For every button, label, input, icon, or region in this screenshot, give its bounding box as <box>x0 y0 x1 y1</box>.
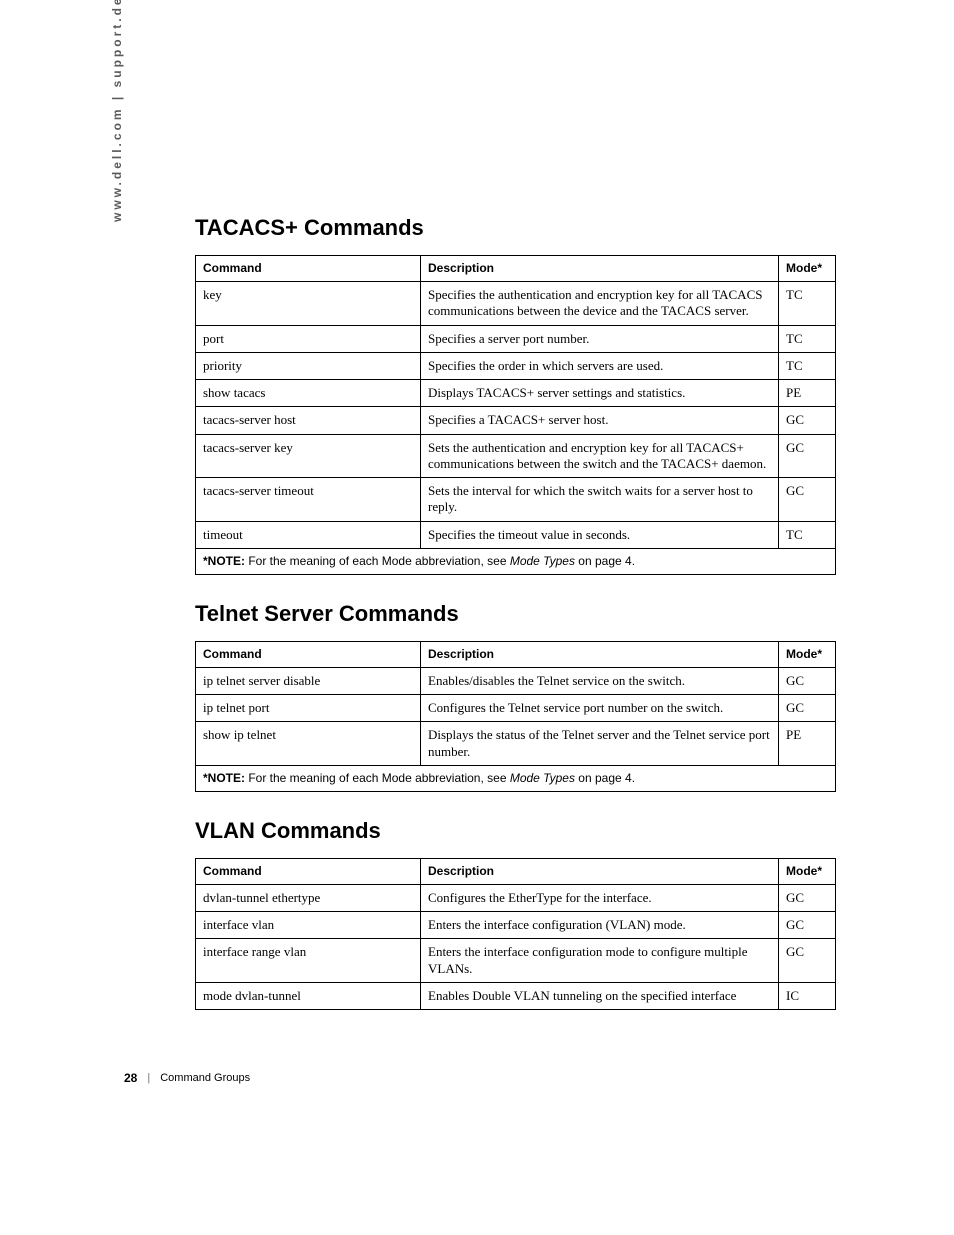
note-row: *NOTE: For the meaning of each Mode abbr… <box>196 765 836 791</box>
description-cell: Enables Double VLAN tunneling on the spe… <box>421 982 779 1009</box>
table-row: show ip telnetDisplays the status of the… <box>196 722 836 766</box>
table-row: interface range vlanEnters the interface… <box>196 939 836 983</box>
description-cell: Specifies a server port number. <box>421 325 779 352</box>
mode-cell: GC <box>779 912 836 939</box>
description-cell: Enables/disables the Telnet service on t… <box>421 667 779 694</box>
command-cell: ip telnet server disable <box>196 667 421 694</box>
section-title: VLAN Commands <box>195 818 836 844</box>
command-cell: tacacs-server key <box>196 434 421 478</box>
page: www.dell.com | support.dell.com TACACS+ … <box>0 0 954 1235</box>
section-title: Telnet Server Commands <box>195 601 836 627</box>
description-cell: Enters the interface configuration (VLAN… <box>421 912 779 939</box>
section-title: TACACS+ Commands <box>195 215 836 241</box>
column-header-mode: Mode* <box>779 641 836 667</box>
description-cell: Configures the Telnet service port numbe… <box>421 695 779 722</box>
command-cell: key <box>196 282 421 326</box>
table-row: keySpecifies the authentication and encr… <box>196 282 836 326</box>
note-italic-link: Mode Types <box>510 771 575 785</box>
table-row: tacacs-server timeoutSets the interval f… <box>196 478 836 522</box>
description-cell: Specifies a TACACS+ server host. <box>421 407 779 434</box>
side-url-text: www.dell.com | support.dell.com <box>110 0 124 222</box>
command-cell: interface vlan <box>196 912 421 939</box>
command-cell: priority <box>196 352 421 379</box>
note-italic-link: Mode Types <box>510 554 575 568</box>
description-cell: Configures the EtherType for the interfa… <box>421 884 779 911</box>
command-cell: show tacacs <box>196 380 421 407</box>
command-cell: ip telnet port <box>196 695 421 722</box>
table-row: show tacacsDisplays TACACS+ server setti… <box>196 380 836 407</box>
command-cell: tacacs-server timeout <box>196 478 421 522</box>
table-row: dvlan-tunnel ethertypeConfigures the Eth… <box>196 884 836 911</box>
mode-cell: PE <box>779 380 836 407</box>
note-bold-label: *NOTE: <box>203 554 245 568</box>
mode-cell: TC <box>779 325 836 352</box>
column-header-description: Description <box>421 858 779 884</box>
table-row: portSpecifies a server port number.TC <box>196 325 836 352</box>
mode-cell: GC <box>779 695 836 722</box>
column-header-mode: Mode* <box>779 858 836 884</box>
note-cell: *NOTE: For the meaning of each Mode abbr… <box>196 765 836 791</box>
command-cell: dvlan-tunnel ethertype <box>196 884 421 911</box>
table-row: ip telnet server disableEnables/disables… <box>196 667 836 694</box>
description-cell: Displays the status of the Telnet server… <box>421 722 779 766</box>
mode-cell: GC <box>779 667 836 694</box>
note-bold-label: *NOTE: <box>203 771 245 785</box>
mode-cell: TC <box>779 521 836 548</box>
column-header-description: Description <box>421 256 779 282</box>
mode-cell: GC <box>779 407 836 434</box>
content-host: TACACS+ CommandsCommandDescriptionMode*k… <box>195 215 836 1010</box>
command-cell: port <box>196 325 421 352</box>
table-row: tacacs-server keySets the authentication… <box>196 434 836 478</box>
table-row: interface vlanEnters the interface confi… <box>196 912 836 939</box>
column-header-description: Description <box>421 641 779 667</box>
table-row: prioritySpecifies the order in which ser… <box>196 352 836 379</box>
column-header-command: Command <box>196 641 421 667</box>
table-row: timeoutSpecifies the timeout value in se… <box>196 521 836 548</box>
table-row: ip telnet portConfigures the Telnet serv… <box>196 695 836 722</box>
description-cell: Displays TACACS+ server settings and sta… <box>421 380 779 407</box>
mode-cell: PE <box>779 722 836 766</box>
command-table: CommandDescriptionMode*ip telnet server … <box>195 641 836 792</box>
note-row: *NOTE: For the meaning of each Mode abbr… <box>196 548 836 574</box>
description-cell: Sets the authentication and encryption k… <box>421 434 779 478</box>
mode-cell: TC <box>779 352 836 379</box>
description-cell: Enters the interface configuration mode … <box>421 939 779 983</box>
table-row: mode dvlan-tunnelEnables Double VLAN tun… <box>196 982 836 1009</box>
description-cell: Sets the interval for which the switch w… <box>421 478 779 522</box>
command-cell: tacacs-server host <box>196 407 421 434</box>
command-cell: timeout <box>196 521 421 548</box>
command-table: CommandDescriptionMode*dvlan-tunnel ethe… <box>195 858 836 1010</box>
command-cell: interface range vlan <box>196 939 421 983</box>
footer-divider: | <box>147 1072 150 1084</box>
mode-cell: IC <box>779 982 836 1009</box>
column-header-command: Command <box>196 256 421 282</box>
page-number: 28 <box>124 1071 137 1085</box>
footer-section-name: Command Groups <box>160 1072 250 1084</box>
column-header-mode: Mode* <box>779 256 836 282</box>
mode-cell: GC <box>779 884 836 911</box>
description-cell: Specifies the authentication and encrypt… <box>421 282 779 326</box>
column-header-command: Command <box>196 858 421 884</box>
description-cell: Specifies the order in which servers are… <box>421 352 779 379</box>
mode-cell: GC <box>779 939 836 983</box>
description-cell: Specifies the timeout value in seconds. <box>421 521 779 548</box>
command-cell: mode dvlan-tunnel <box>196 982 421 1009</box>
mode-cell: TC <box>779 282 836 326</box>
command-cell: show ip telnet <box>196 722 421 766</box>
note-cell: *NOTE: For the meaning of each Mode abbr… <box>196 548 836 574</box>
table-row: tacacs-server hostSpecifies a TACACS+ se… <box>196 407 836 434</box>
mode-cell: GC <box>779 434 836 478</box>
command-table: CommandDescriptionMode*keySpecifies the … <box>195 255 836 575</box>
page-footer: 28 | Command Groups <box>124 1071 250 1085</box>
mode-cell: GC <box>779 478 836 522</box>
